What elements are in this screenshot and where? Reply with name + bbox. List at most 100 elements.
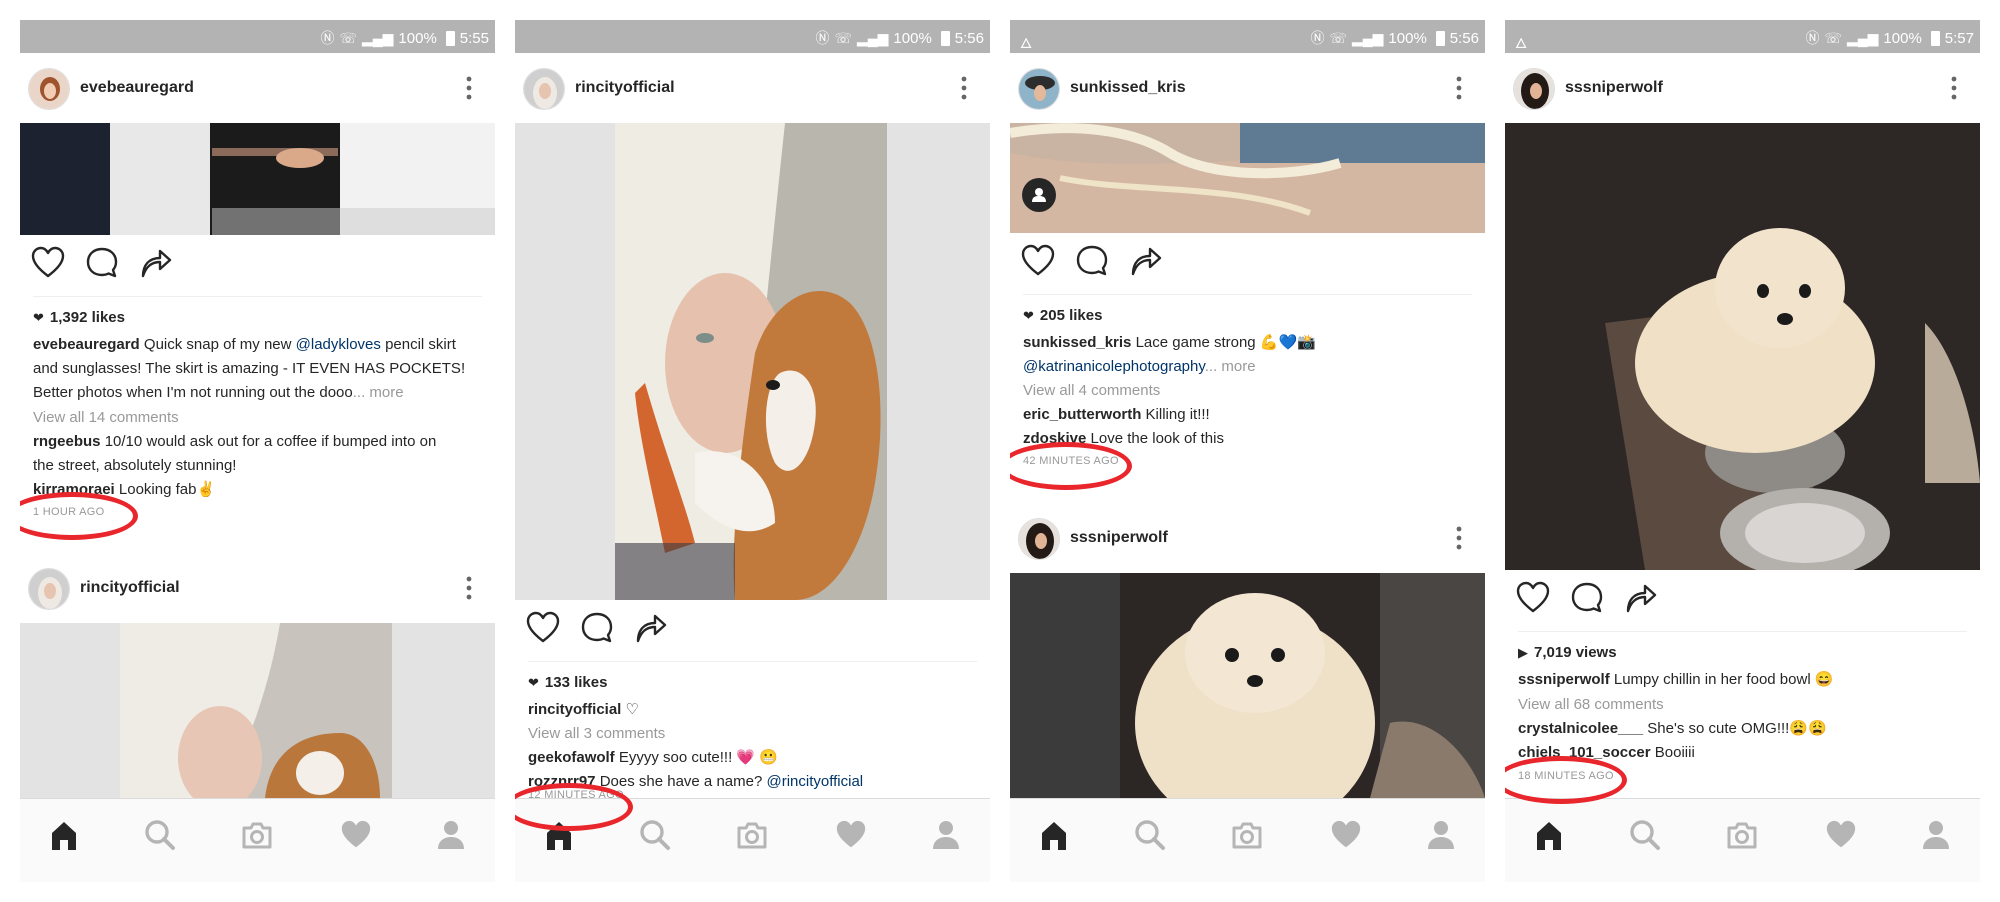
- post-likes[interactable]: ❤ 1,392 likes: [33, 306, 483, 330]
- like-heart-icon[interactable]: [1515, 580, 1551, 616]
- comment-username[interactable]: crystalnicolee___: [1518, 720, 1643, 737]
- caption-username[interactable]: rincityofficial: [528, 701, 621, 718]
- post-photo[interactable]: [1010, 123, 1485, 233]
- post-photo[interactable]: [1010, 573, 1485, 798]
- post-views[interactable]: ▶ 7,019 views: [1518, 641, 1968, 665]
- comment-username[interactable]: kirramoraei: [33, 481, 115, 498]
- home-icon[interactable]: [537, 813, 581, 857]
- comment-username[interactable]: rngeebus: [33, 433, 101, 450]
- share-icon[interactable]: [1128, 243, 1164, 279]
- post-caption: sssniperwolf Lumpy chillin in her food b…: [1518, 671, 1834, 688]
- heart-icon[interactable]: [1819, 813, 1863, 857]
- tagged-user-icon[interactable]: [1022, 178, 1056, 212]
- like-heart-icon[interactable]: [525, 610, 561, 646]
- more-options-icon[interactable]: [1944, 75, 1964, 101]
- search-icon[interactable]: [1128, 813, 1172, 857]
- post-video[interactable]: [1505, 123, 1980, 570]
- more-options-icon[interactable]: [954, 75, 974, 101]
- caption-mention[interactable]: @katrinanicolephotography: [1023, 358, 1205, 375]
- view-comments-link[interactable]: View all 14 comments: [33, 406, 483, 430]
- post-likes[interactable]: ❤ 133 likes: [528, 671, 978, 695]
- more-options-icon[interactable]: [1449, 525, 1469, 551]
- avatar[interactable]: [1018, 68, 1060, 110]
- post-username[interactable]: sssniperwolf: [1565, 79, 1663, 97]
- post-photo[interactable]: [20, 123, 495, 235]
- like-heart-icon[interactable]: [1020, 243, 1056, 279]
- heart-icon[interactable]: [1324, 813, 1368, 857]
- more-options-icon[interactable]: [459, 575, 479, 601]
- profile-icon[interactable]: [1914, 813, 1958, 857]
- caption-username[interactable]: sssniperwolf: [1518, 671, 1610, 688]
- comment-username[interactable]: zdoskive: [1023, 430, 1086, 447]
- avatar[interactable]: [28, 568, 70, 610]
- more-link[interactable]: ... more: [353, 384, 404, 401]
- feed[interactable]: rincityofficial ❤ 133 likes rincityoffic…: [515, 53, 990, 798]
- caption-username[interactable]: sunkissed_kris: [1023, 334, 1131, 351]
- more-link[interactable]: ... more: [1205, 358, 1256, 375]
- phone-screen-1: Ⓝ ☏ ▂▄▆ 100% 5:55 evebeauregard ❤ 1,392 …: [20, 20, 495, 882]
- home-icon[interactable]: [42, 813, 86, 857]
- profile-icon[interactable]: [429, 813, 473, 857]
- comment-icon[interactable]: [1569, 580, 1605, 616]
- comment-icon[interactable]: [84, 245, 120, 281]
- post-username[interactable]: sunkissed_kris: [1070, 79, 1186, 97]
- bottom-nav: [515, 798, 990, 882]
- nfc-icon: Ⓝ: [815, 30, 830, 46]
- avatar[interactable]: [28, 68, 70, 110]
- camera-icon[interactable]: [235, 813, 279, 857]
- post-username[interactable]: sssniperwolf: [1070, 529, 1168, 547]
- battery-percent: 100%: [1883, 29, 1922, 47]
- profile-icon[interactable]: [924, 813, 968, 857]
- share-icon[interactable]: [633, 610, 669, 646]
- comment-username[interactable]: geekofawolf: [528, 749, 615, 766]
- camera-icon[interactable]: [1720, 813, 1764, 857]
- view-comments-link[interactable]: View all 4 comments: [1023, 379, 1473, 403]
- post-photo[interactable]: [20, 623, 495, 798]
- avatar[interactable]: [1513, 68, 1555, 110]
- phone-screen-2: Ⓝ ☏ ▂▄▆ 100% 5:56 rincityofficial ❤ 133 …: [515, 20, 990, 882]
- post-header: sssniperwolf: [1010, 503, 1485, 573]
- like-heart-icon[interactable]: [30, 245, 66, 281]
- battery-percent: 100%: [893, 29, 932, 47]
- share-icon[interactable]: [138, 245, 174, 281]
- post-likes[interactable]: ❤ 205 likes: [1023, 304, 1473, 328]
- comment-icon[interactable]: [579, 610, 615, 646]
- search-icon[interactable]: [633, 813, 677, 857]
- comment-mention[interactable]: @rincityofficial: [766, 773, 863, 790]
- home-icon[interactable]: [1032, 813, 1076, 857]
- comment: eric_butterworth Killing it!!! zdoskive …: [1023, 406, 1224, 447]
- comment-username[interactable]: chiels_101_soccer: [1518, 744, 1651, 761]
- feed[interactable]: sssniperwolf ▶ 7,019 views sssniperwolf …: [1505, 53, 1980, 798]
- comment-icon[interactable]: [1074, 243, 1110, 279]
- post-photo[interactable]: [515, 123, 990, 600]
- battery-percent: 100%: [398, 29, 437, 47]
- more-options-icon[interactable]: [1449, 75, 1469, 101]
- avatar[interactable]: [1018, 518, 1060, 560]
- view-comments-link[interactable]: View all 68 comments: [1518, 693, 1968, 717]
- heart-icon[interactable]: [829, 813, 873, 857]
- home-icon[interactable]: [1527, 813, 1571, 857]
- more-options-icon[interactable]: [459, 75, 479, 101]
- caption-username[interactable]: evebeauregard: [33, 336, 140, 353]
- camera-icon[interactable]: [730, 813, 774, 857]
- share-icon[interactable]: [1623, 580, 1659, 616]
- profile-icon[interactable]: [1419, 813, 1463, 857]
- feed[interactable]: sunkissed_kris ❤ 205 likes sunkissed_kris…: [1010, 53, 1485, 798]
- search-icon[interactable]: [138, 813, 182, 857]
- post-username[interactable]: rincityofficial: [80, 579, 180, 597]
- post-username[interactable]: rincityofficial: [575, 79, 675, 97]
- comment-username[interactable]: rozznrr97: [528, 773, 596, 790]
- status-time: 5:56: [954, 29, 984, 47]
- feed[interactable]: evebeauregard ❤ 1,392 likes evebeauregard: [20, 53, 495, 798]
- heart-icon[interactable]: [334, 813, 378, 857]
- search-icon[interactable]: [1623, 813, 1667, 857]
- post-username[interactable]: evebeauregard: [80, 79, 194, 97]
- phone-screen-4: 🜂 Ⓝ ☏ ▂▄▆ 100% 5:57 sssniperwolf ▶ 7,019…: [1505, 20, 1980, 882]
- view-comments-link[interactable]: View all 3 comments: [528, 722, 978, 746]
- caption-mention[interactable]: @ladykloves: [296, 336, 381, 353]
- signal-icon: ▂▄▆: [1846, 29, 1879, 46]
- comment-username[interactable]: eric_butterworth: [1023, 406, 1141, 423]
- avatar[interactable]: [523, 68, 565, 110]
- status-bar: 🜂 Ⓝ ☏ ▂▄▆ 100% 5:57: [1505, 20, 1980, 53]
- camera-icon[interactable]: [1225, 813, 1269, 857]
